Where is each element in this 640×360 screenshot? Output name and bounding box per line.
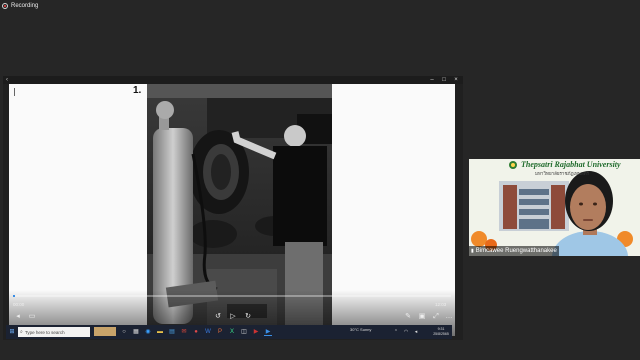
seek-progress xyxy=(13,295,16,297)
widgets-icon[interactable]: ▦ xyxy=(132,328,140,336)
start-icon[interactable]: ⊞ xyxy=(8,328,16,336)
fullscreen-icon[interactable]: ⤢ xyxy=(431,312,441,322)
volume-tray-icon[interactable]: ◂ xyxy=(412,328,420,336)
back-icon[interactable]: ‹ xyxy=(6,77,10,83)
audio-level-icon: ▮ xyxy=(471,248,474,254)
mail-icon[interactable]: ✉ xyxy=(180,328,188,336)
captions-icon[interactable]: ▭ xyxy=(27,312,37,322)
windows-taskbar: ⊞ ⌕ Type here to search ○ ▦ ◉ ▬ ▤ ✉ ● W … xyxy=(6,325,452,339)
system-tray-icon[interactable]: ⌃ xyxy=(392,328,400,336)
taskbar-search[interactable]: ⌕ Type here to search xyxy=(18,327,90,337)
window-titlebar: ‹ – □ × xyxy=(3,76,463,84)
slide-page-number: 1. xyxy=(133,85,142,96)
minimize-icon[interactable]: – xyxy=(427,76,437,84)
taskbar-clock[interactable]: 9:31 25/8/2565 xyxy=(432,327,450,337)
powerpoint-icon[interactable]: P xyxy=(216,328,224,336)
photos-icon[interactable]: ◫ xyxy=(240,328,248,336)
play-icon[interactable]: ▷ xyxy=(228,312,238,322)
search-placeholder: Type here to search xyxy=(24,329,65,335)
close-icon[interactable]: × xyxy=(451,76,461,84)
participant-name-tag: ▮ Bimcawee Ruengwatthanakee xyxy=(469,246,559,256)
excel-icon[interactable]: X xyxy=(228,328,236,336)
video-player-icon[interactable]: ▶ xyxy=(264,328,272,336)
edit-icon[interactable]: ✎ xyxy=(403,312,413,322)
file-explorer-icon[interactable]: ▬ xyxy=(156,328,164,336)
record-icon xyxy=(2,3,8,9)
edge-icon[interactable]: ◉ xyxy=(144,328,152,336)
maximize-icon[interactable]: □ xyxy=(439,76,449,84)
participant-video-tile[interactable]: Thepsatri Rajabhat University มหาวิทยาลั… xyxy=(469,159,640,256)
media-viewer[interactable]: 1. 00:00 12:03 ◂ ▭ ↺ ▷ ↻ ✎ ▣ ⤢ … xyxy=(9,84,455,336)
store-icon[interactable]: ▤ xyxy=(168,328,176,336)
page-edge-mark xyxy=(14,88,15,96)
shared-screen: ‹ – □ × 1. 00:00 12:03 ◂ ▭ ↺ ▷ ↻ ✎ ▣ ⤢ … xyxy=(3,76,463,340)
university-name: Thepsatri Rajabhat University xyxy=(521,160,621,169)
chrome-icon[interactable]: ● xyxy=(192,328,200,336)
skip-back-icon[interactable]: ↺ xyxy=(213,312,223,322)
current-time: 00:00 xyxy=(13,302,25,307)
recording-indicator: Recording xyxy=(2,1,38,11)
word-icon[interactable]: W xyxy=(204,328,212,336)
volume-icon[interactable]: ◂ xyxy=(13,312,23,322)
miniplayer-icon[interactable]: ▣ xyxy=(417,312,427,322)
total-time: 12:03 xyxy=(435,302,447,307)
wifi-icon[interactable]: ◠ xyxy=(402,328,410,336)
skip-forward-icon[interactable]: ↻ xyxy=(243,312,253,322)
task-view-icon[interactable]: ○ xyxy=(120,328,128,336)
participant-name: Bimcawee Ruengwatthanakee xyxy=(475,248,557,254)
seek-bar[interactable] xyxy=(13,295,451,297)
weather-widget[interactable]: 30°C Sunny xyxy=(350,327,371,332)
recording-label: Recording xyxy=(11,3,39,9)
more-options-icon[interactable]: … xyxy=(444,312,454,322)
clock-date: 25/8/2565 xyxy=(433,332,449,336)
search-icon: ⌕ xyxy=(20,329,23,335)
search-highlight-image xyxy=(94,327,116,336)
university-subtitle: มหาวิทยาลัยราชภัฏเทพสตรี xyxy=(535,171,590,176)
media-icon[interactable]: ▶ xyxy=(252,328,260,336)
